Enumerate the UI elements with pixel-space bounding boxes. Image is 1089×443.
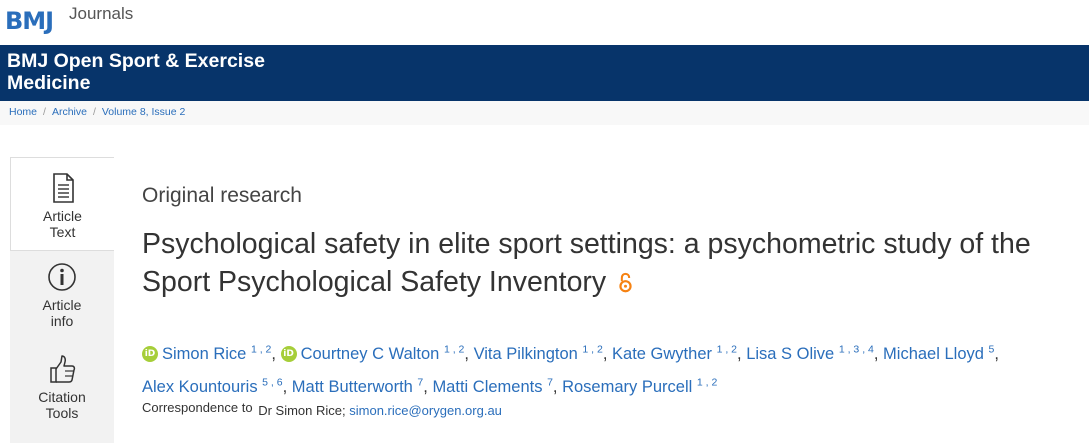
thumbs-up-icon (50, 355, 76, 383)
author-item[interactable]: iD Simon Rice 1 , 2, (142, 344, 281, 363)
author-affiliations[interactable]: 1 , 2 (582, 344, 602, 356)
article-side-tabs: Article Text Article info Citation Tools (10, 157, 114, 443)
correspondence-name: Dr Simon Rice; (258, 403, 346, 418)
author-item[interactable]: Lisa S Olive 1 , 3 , 4, (746, 344, 883, 363)
correspondence: Correspondence to Dr Simon Rice; simon.r… (142, 400, 502, 418)
tab-label: Citation (38, 389, 86, 405)
author-name[interactable]: Michael Lloyd (883, 345, 984, 363)
orcid-icon[interactable]: iD (142, 345, 158, 362)
breadcrumb-separator: / (43, 106, 46, 118)
info-icon (48, 263, 76, 291)
correspondence-email-link[interactable]: simon.rice@orygen.org.au (349, 403, 502, 418)
author-affiliations[interactable]: 1 , 2 (444, 344, 464, 356)
author-name[interactable]: Simon Rice (162, 345, 246, 363)
journal-banner: BMJ Open Sport & Exercise Medicine (0, 45, 1089, 101)
tab-article-text[interactable]: Article Text (10, 157, 114, 251)
author-affiliations[interactable]: 1 , 2 (697, 377, 717, 389)
breadcrumb-issue[interactable]: Volume 8, Issue 2 (102, 106, 185, 118)
breadcrumb-bar: Home / Archive / Volume 8, Issue 2 (0, 101, 1089, 125)
bmj-logo[interactable]: BMJ (5, 7, 54, 35)
author-item[interactable]: iD Courtney C Walton 1 , 2, (280, 344, 474, 363)
author-name[interactable]: Rosemary Purcell (562, 378, 692, 396)
tab-label: Article (43, 208, 82, 224)
author-name[interactable]: Vita Pilkington (474, 345, 578, 363)
author-item[interactable]: Rosemary Purcell 1 , 2 (562, 377, 717, 396)
author-item[interactable]: Matt Butterworth 7, (292, 377, 433, 396)
correspondence-label: Correspondence to (142, 400, 253, 415)
spacer (0, 125, 1089, 147)
article-title-text: Psychological safety in elite sport sett… (142, 228, 1031, 298)
breadcrumb-separator: / (92, 106, 96, 118)
author-name[interactable]: Matti Clements (432, 378, 542, 396)
author-name[interactable]: Kate Gwyther (612, 345, 712, 363)
author-name[interactable]: Courtney C Walton (301, 345, 440, 363)
site-header: BMJ Journals (0, 0, 1089, 45)
journals-logo-text: Journals (69, 4, 134, 23)
journal-title[interactable]: BMJ Open Sport & Exercise Medicine (7, 50, 267, 94)
author-item[interactable]: Matti Clements 7, (432, 377, 562, 396)
open-access-icon[interactable] (618, 272, 633, 294)
author-affiliations[interactable]: 1 , 2 (251, 344, 271, 356)
tab-article-info[interactable]: Article info (10, 261, 114, 345)
article-title: Psychological safety in elite sport sett… (142, 225, 1072, 301)
author-item[interactable]: Alex Kountouris 5 , 6, (142, 377, 292, 396)
tab-label: Article (42, 297, 82, 313)
document-icon (52, 173, 74, 203)
tab-label: info (50, 313, 74, 329)
author-item[interactable]: Michael Lloyd 5, (883, 344, 999, 363)
author-affiliations[interactable]: 1 , 2 (717, 344, 737, 356)
breadcrumb: Home / Archive / Volume 8, Issue 2 (9, 106, 185, 118)
article-type: Original research (142, 184, 302, 207)
author-affiliations[interactable]: 5 , 6 (262, 377, 282, 389)
author-name[interactable]: Alex Kountouris (142, 378, 258, 396)
tab-label: Tools (45, 405, 79, 421)
author-name[interactable]: Lisa S Olive (746, 345, 834, 363)
author-item[interactable]: Kate Gwyther 1 , 2, (612, 344, 746, 363)
author-name[interactable]: Matt Butterworth (292, 378, 413, 396)
breadcrumb-home[interactable]: Home (9, 106, 37, 118)
breadcrumb-archive[interactable]: Archive (52, 106, 87, 118)
tab-label: Text (49, 224, 76, 240)
author-item[interactable]: Vita Pilkington 1 , 2, (474, 344, 612, 363)
article-header: Original research Psychological safety i… (114, 147, 1089, 443)
author-affiliations[interactable]: 1 , 3 , 4 (839, 344, 874, 356)
author-list: iD Simon Rice 1 , 2, iD Courtney C Walton … (142, 338, 1087, 404)
orcid-icon[interactable]: iD (280, 345, 297, 362)
tab-citation-tools[interactable]: Citation Tools (10, 353, 114, 437)
